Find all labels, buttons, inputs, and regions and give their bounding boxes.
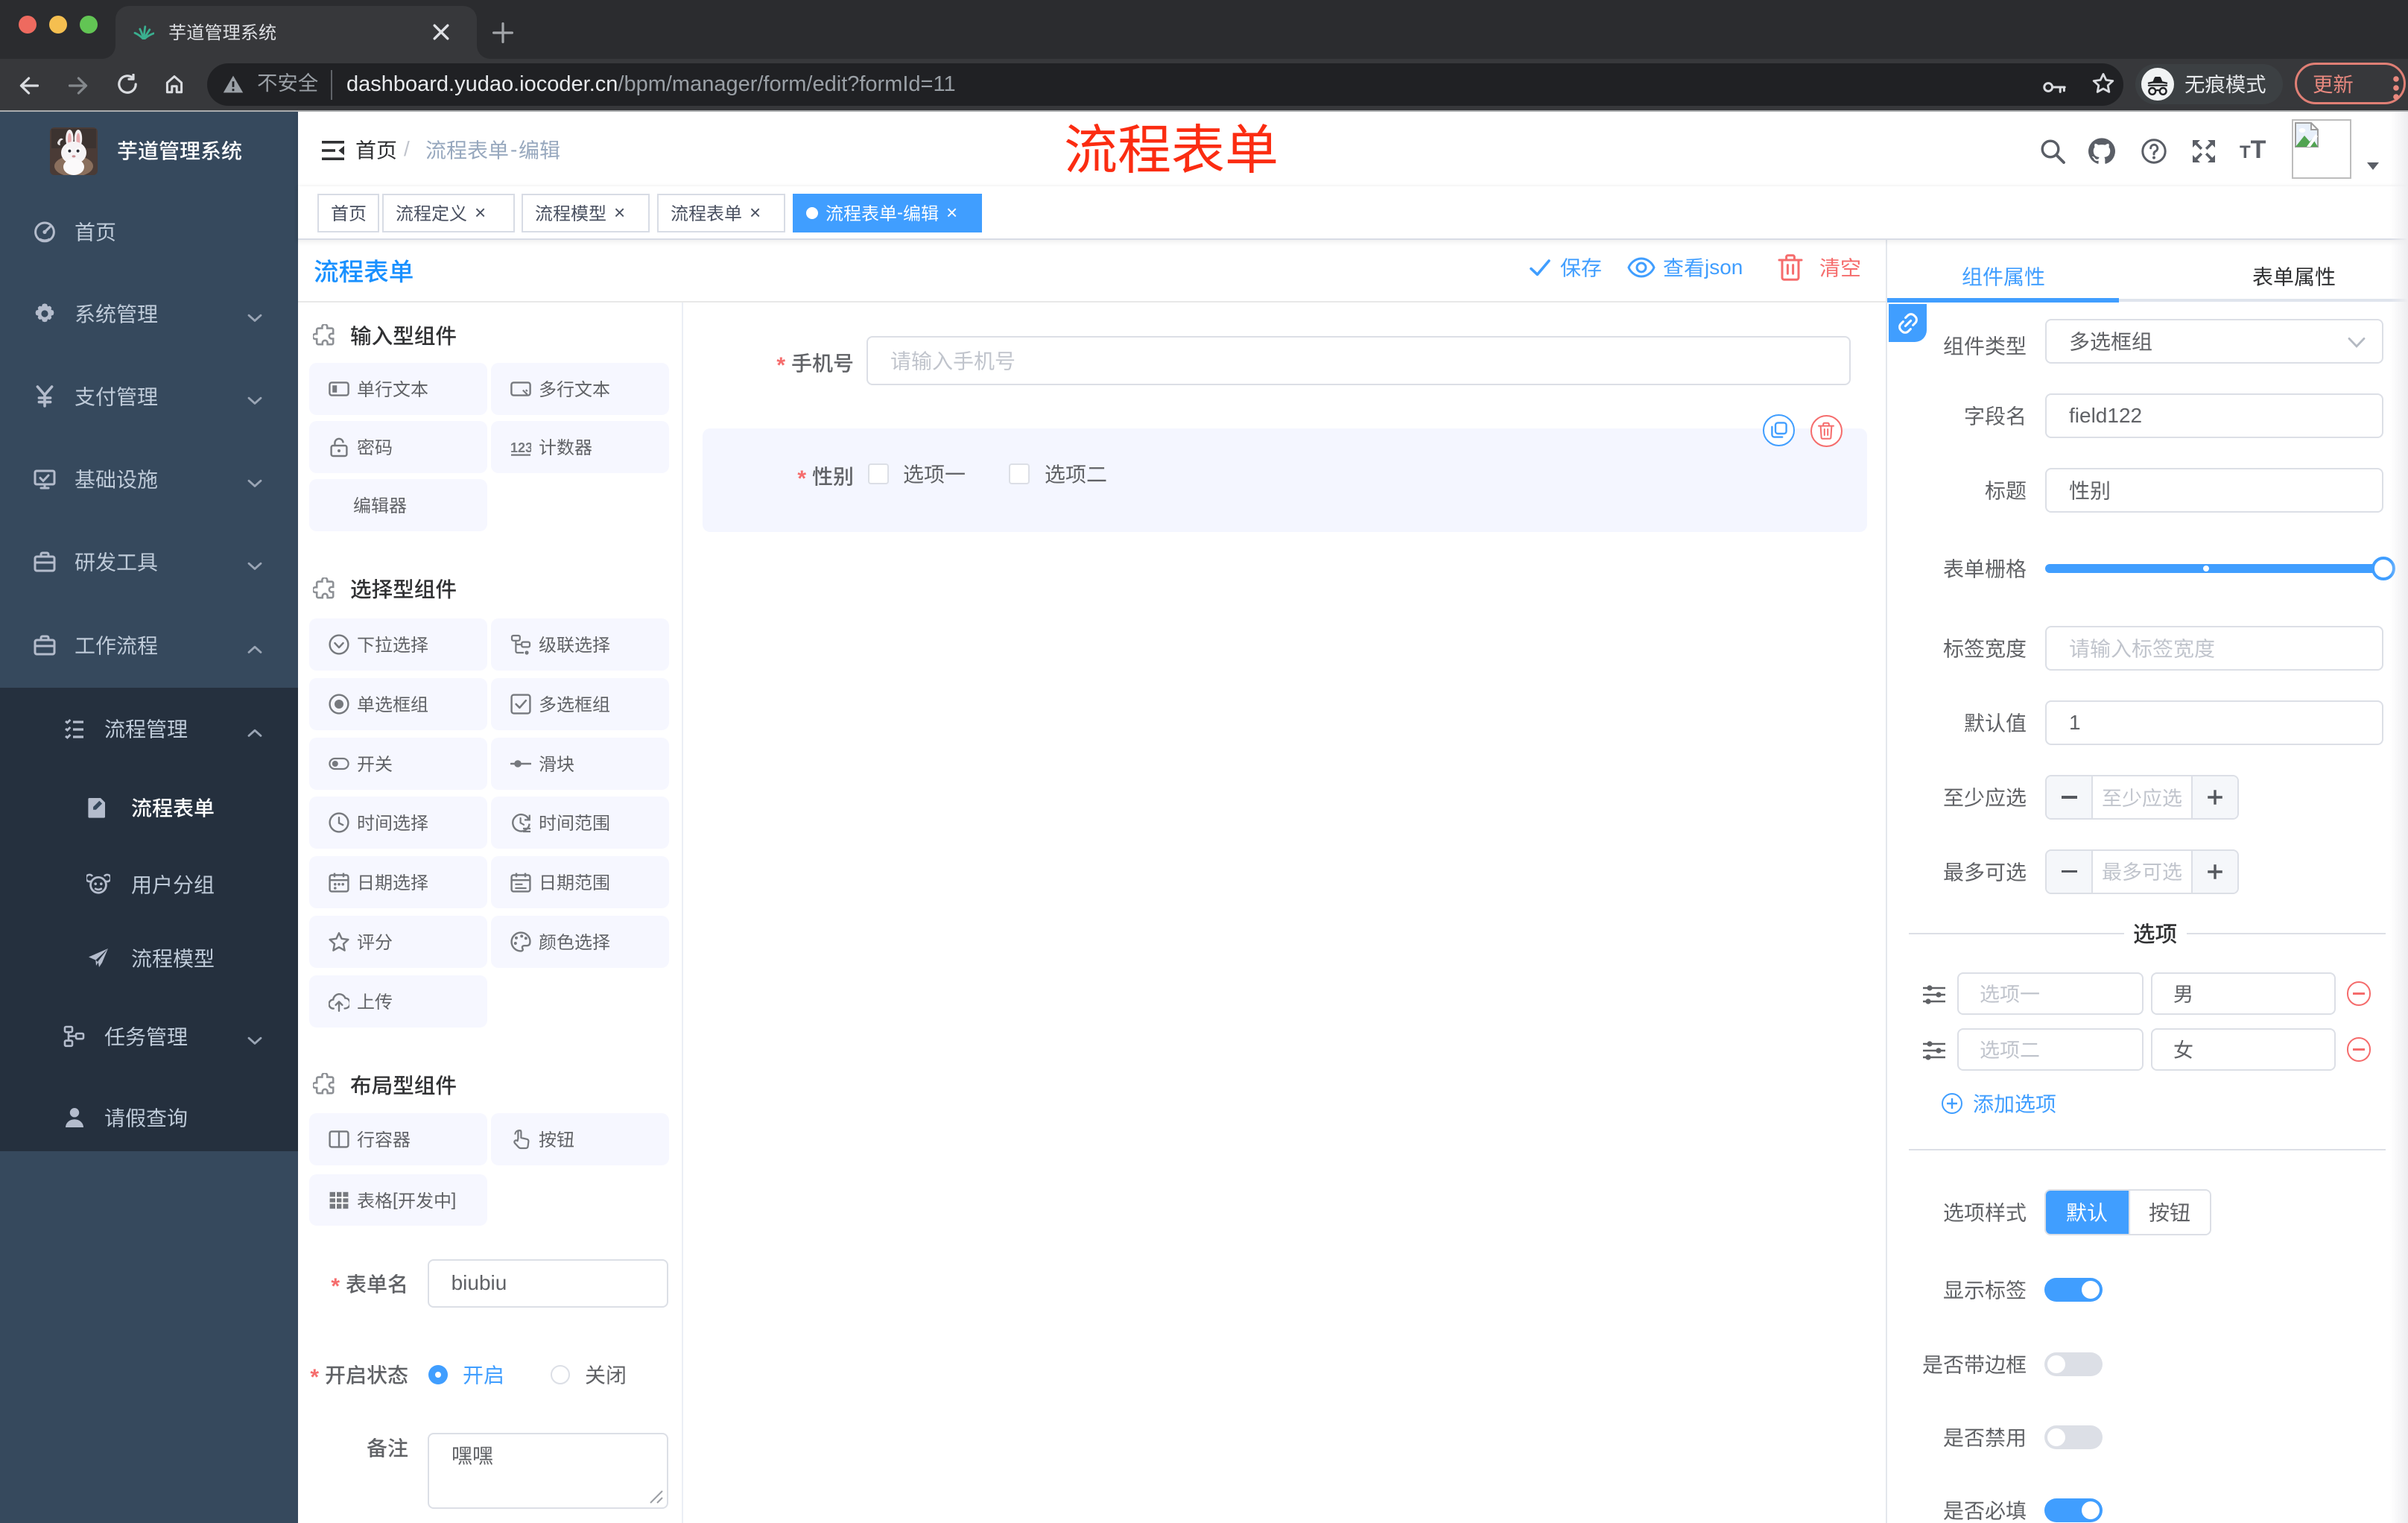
svg-text:123: 123	[510, 440, 531, 455]
